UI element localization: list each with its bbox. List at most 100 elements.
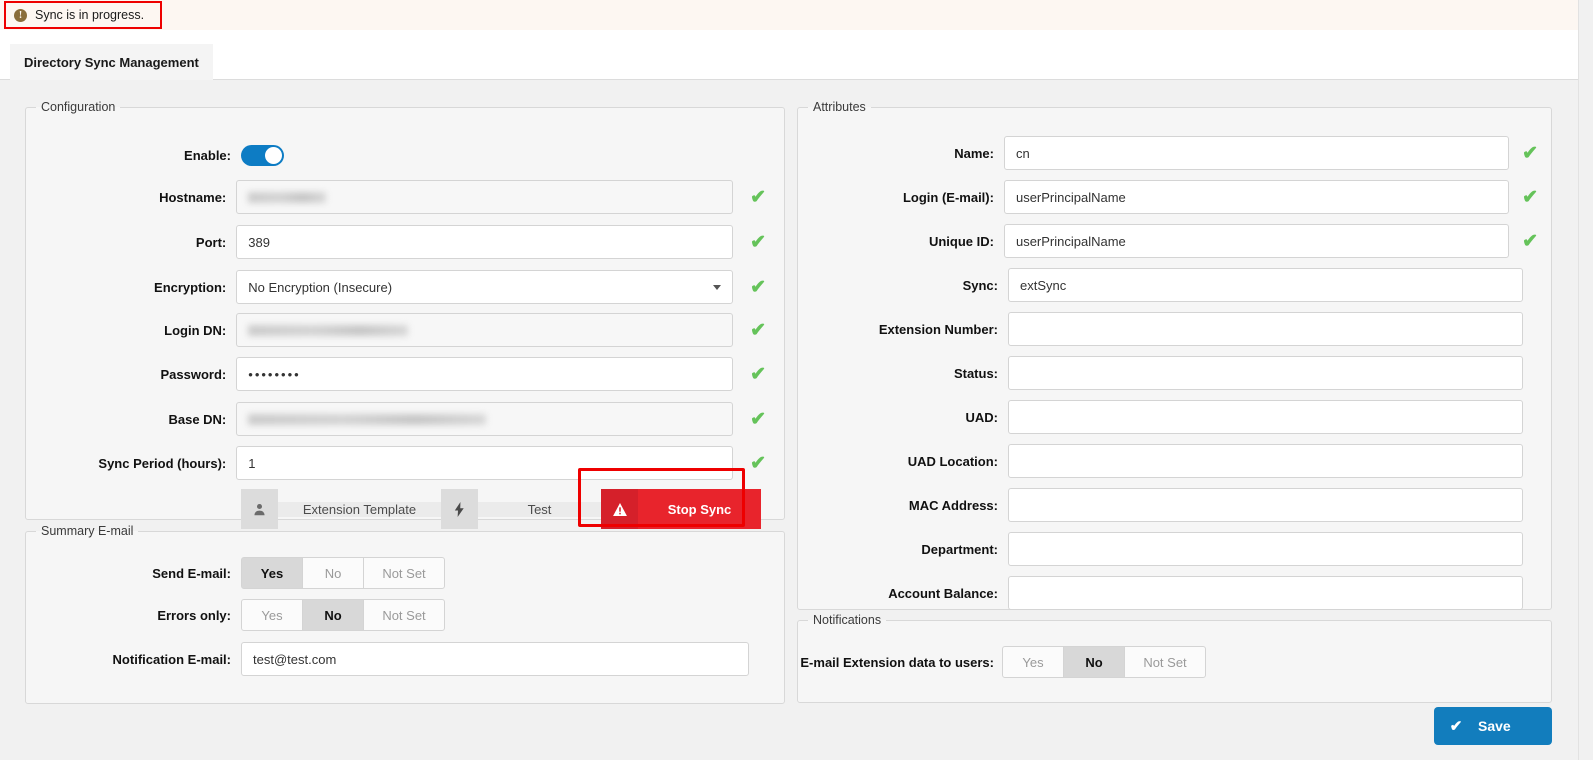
attribute-row: UAD: xyxy=(798,400,1538,434)
encryption-value: No Encryption (Insecure) xyxy=(248,279,393,295)
row-sync-period: Sync Period (hours): 1 ✔ xyxy=(26,446,766,480)
login-dn-valid-icon: ✔ xyxy=(750,319,766,341)
send-email-option-no[interactable]: No xyxy=(302,557,364,589)
notification-email-input[interactable]: test@test.com xyxy=(241,642,749,676)
attribute-value: extSync xyxy=(1020,277,1067,293)
attribute-input[interactable] xyxy=(1008,400,1523,434)
encryption-label: Encryption: xyxy=(154,279,227,295)
attribute-input[interactable] xyxy=(1008,576,1523,610)
tab-bar: Directory Sync Management xyxy=(0,30,1578,80)
attribute-label: UAD: xyxy=(965,409,999,425)
sync-period-label: Sync Period (hours): xyxy=(98,455,227,471)
send-email-option-not-set[interactable]: Not Set xyxy=(363,557,445,589)
errors-only-option-not-set[interactable]: Not Set xyxy=(363,599,445,631)
attribute-label: MAC Address: xyxy=(908,497,998,513)
base-dn-label: Base DN: xyxy=(168,411,227,427)
attribute-label: UAD Location: xyxy=(907,453,998,469)
save-label: Save xyxy=(1478,718,1511,734)
attribute-input[interactable]: extSync xyxy=(1008,268,1523,302)
hostname-input[interactable] xyxy=(236,180,734,214)
attribute-label: Name: xyxy=(954,145,994,161)
tab-directory-sync-management[interactable]: Directory Sync Management xyxy=(10,44,213,80)
attribute-input[interactable]: cn xyxy=(1003,136,1510,170)
login-dn-input[interactable] xyxy=(236,313,734,347)
attribute-input[interactable] xyxy=(1008,356,1523,390)
notifications-legend: Notifications xyxy=(813,613,882,627)
check-icon: ✔ xyxy=(1449,718,1463,735)
password-value: •••••••• xyxy=(248,366,301,382)
configuration-action-bar: Extension Template Test Stop Sync xyxy=(241,489,761,529)
login-dn-redacted-value xyxy=(248,324,409,336)
page-scrollbar[interactable] xyxy=(1578,0,1593,760)
attribute-row: MAC Address: xyxy=(798,488,1538,522)
send-email-option-yes[interactable]: Yes xyxy=(241,557,303,589)
notifications-panel: Notifications E-mail Extension data to u… xyxy=(797,613,1552,703)
alert-banner: ! Sync is in progress. xyxy=(0,0,1578,30)
row-hostname: Hostname: ✔ xyxy=(26,180,766,214)
email-extension-data-option-group: Yes No Not Set xyxy=(1002,646,1206,678)
attribute-row: Login (E-mail): userPrincipalName ✔ xyxy=(798,180,1538,214)
attribute-row: Department: xyxy=(798,532,1538,566)
row-base-dn: Base DN: ✔ xyxy=(26,402,766,436)
email-extension-data-option-yes[interactable]: Yes xyxy=(1002,646,1064,678)
stop-sync-label: Stop Sync xyxy=(667,501,732,517)
warning-triangle-icon xyxy=(601,489,638,529)
errors-only-label: Errors only: xyxy=(157,607,231,623)
attribute-row: Extension Number: xyxy=(798,312,1538,346)
extension-template-button[interactable]: Extension Template xyxy=(241,489,441,529)
summary-email-panel: Summary E-mail Send E-mail: Yes No Not S… xyxy=(25,524,785,704)
configuration-legend: Configuration xyxy=(41,100,116,114)
errors-only-option-group: Yes No Not Set xyxy=(241,599,445,631)
save-button[interactable]: ✔ Save xyxy=(1434,707,1552,745)
extension-template-label: Extension Template xyxy=(278,501,441,517)
hostname-label: Hostname: xyxy=(159,189,227,205)
attribute-input[interactable]: userPrincipalName xyxy=(1003,224,1510,258)
stop-sync-button[interactable]: Stop Sync xyxy=(601,489,761,529)
password-input[interactable]: •••••••• xyxy=(236,357,734,391)
attribute-value: userPrincipalName xyxy=(1015,189,1126,205)
attribute-input[interactable] xyxy=(1008,444,1523,478)
port-valid-icon: ✔ xyxy=(750,231,766,253)
attribute-row: Sync: extSync xyxy=(798,268,1538,302)
attribute-input[interactable]: userPrincipalName xyxy=(1003,180,1510,214)
attribute-row: UAD Location: xyxy=(798,444,1538,478)
errors-only-option-yes[interactable]: Yes xyxy=(241,599,303,631)
attribute-input[interactable] xyxy=(1008,532,1523,566)
sync-period-input[interactable]: 1 xyxy=(236,446,734,480)
hostname-valid-icon: ✔ xyxy=(750,186,766,208)
port-value: 389 xyxy=(248,234,270,250)
attribute-valid-icon: ✔ xyxy=(1522,230,1538,252)
email-extension-data-option-no[interactable]: No xyxy=(1063,646,1125,678)
notification-email-label: Notification E-mail: xyxy=(112,651,231,667)
base-dn-input[interactable] xyxy=(236,402,734,436)
login-dn-label: Login DN: xyxy=(164,322,227,338)
test-label: Test xyxy=(478,501,601,517)
attribute-valid-icon: ✔ xyxy=(1522,186,1538,208)
lightning-bolt-icon xyxy=(441,489,478,529)
exclamation-circle-icon: ! xyxy=(14,8,27,22)
row-password: Password: •••••••• ✔ xyxy=(26,357,766,391)
attribute-input[interactable] xyxy=(1008,488,1523,522)
attribute-input[interactable] xyxy=(1008,312,1523,346)
tab-label: Directory Sync Management xyxy=(24,54,199,70)
enable-toggle[interactable] xyxy=(241,144,284,166)
email-extension-data-option-not-set[interactable]: Not Set xyxy=(1124,646,1206,678)
sync-status-alert: ! Sync is in progress. xyxy=(4,1,162,29)
row-login-dn: Login DN: ✔ xyxy=(26,313,766,347)
errors-only-option-no[interactable]: No xyxy=(302,599,364,631)
attribute-value: userPrincipalName xyxy=(1015,233,1126,249)
row-enable: Enable: xyxy=(26,138,766,172)
configuration-panel: Configuration Enable: Hostname: ✔ Port: … xyxy=(25,100,785,529)
send-email-option-group: Yes No Not Set xyxy=(241,557,445,589)
test-button[interactable]: Test xyxy=(441,489,601,529)
attribute-label: Login (E-mail): xyxy=(902,189,994,205)
attribute-valid-icon: ✔ xyxy=(1522,142,1538,164)
notification-email-value: test@test.com xyxy=(253,651,337,667)
attribute-label: Sync: xyxy=(962,277,998,293)
password-valid-icon: ✔ xyxy=(750,363,766,385)
sync-period-value: 1 xyxy=(248,455,256,471)
row-send-email: Send E-mail: Yes No Not Set xyxy=(26,556,766,590)
port-input[interactable]: 389 xyxy=(236,225,734,259)
encryption-select[interactable]: No Encryption (Insecure) xyxy=(236,270,734,304)
attribute-value: cn xyxy=(1015,145,1030,161)
